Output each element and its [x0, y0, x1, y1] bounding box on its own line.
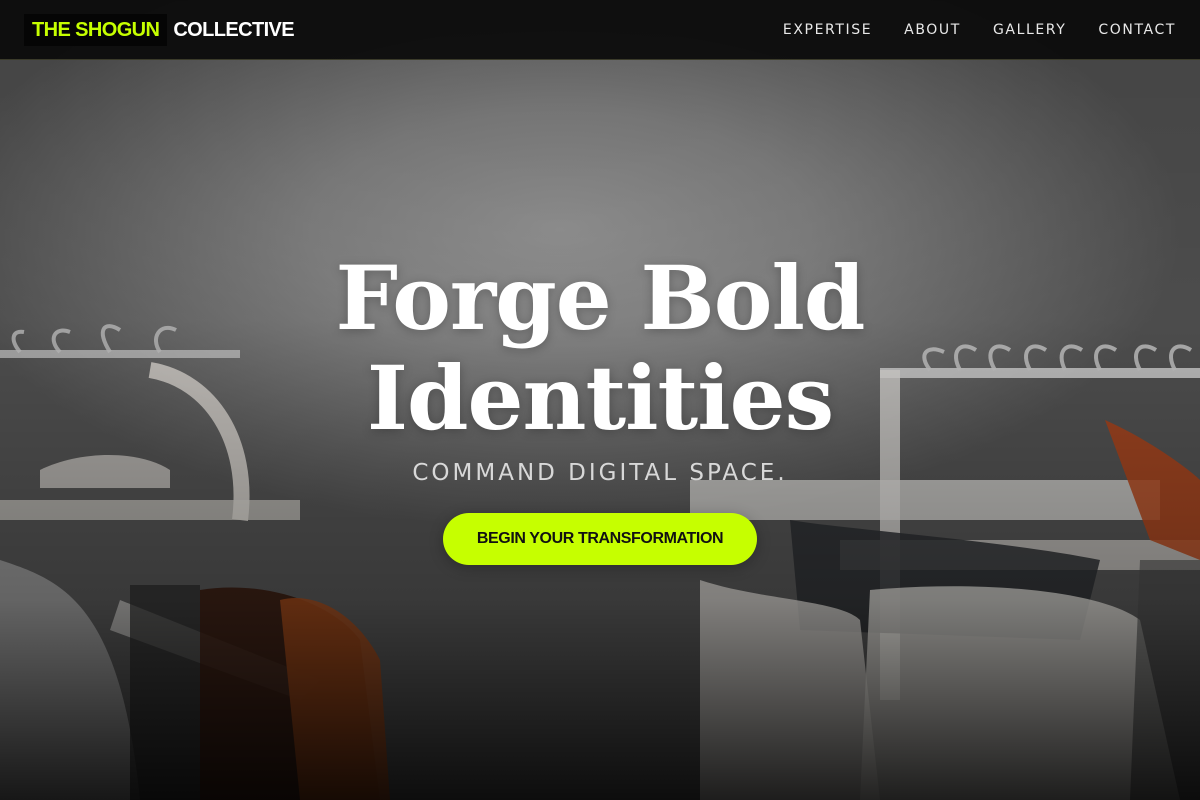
top-navigation-bar: THE SHOGUN COLLECTIVE EXPERTISE ABOUT GA… [0, 0, 1200, 60]
hero-title-line-2: Identities [366, 346, 834, 450]
nav-link-about[interactable]: ABOUT [904, 22, 961, 38]
begin-transformation-button[interactable]: BEGIN YOUR TRANSFORMATION [443, 513, 757, 565]
hero-section: Forge Bold Identities COMMAND DIGITAL SP… [0, 248, 1200, 565]
nav-link-gallery[interactable]: GALLERY [993, 22, 1066, 38]
brand-logo-main: COLLECTIVE [173, 18, 295, 41]
hero-title-line-1: Forge Bold [335, 246, 866, 350]
main-nav: EXPERTISE ABOUT GALLERY CONTACT [783, 0, 1176, 60]
hero-title: Forge Bold Identities [0, 248, 1200, 448]
nav-link-contact[interactable]: CONTACT [1098, 22, 1176, 38]
brand-logo-accent: THE SHOGUN [24, 14, 168, 46]
landing-page: THE SHOGUN COLLECTIVE EXPERTISE ABOUT GA… [0, 0, 1200, 800]
nav-link-expertise[interactable]: EXPERTISE [783, 22, 872, 38]
brand-logo[interactable]: THE SHOGUN COLLECTIVE [24, 14, 295, 46]
hero-subtitle: COMMAND DIGITAL SPACE. [412, 460, 788, 486]
